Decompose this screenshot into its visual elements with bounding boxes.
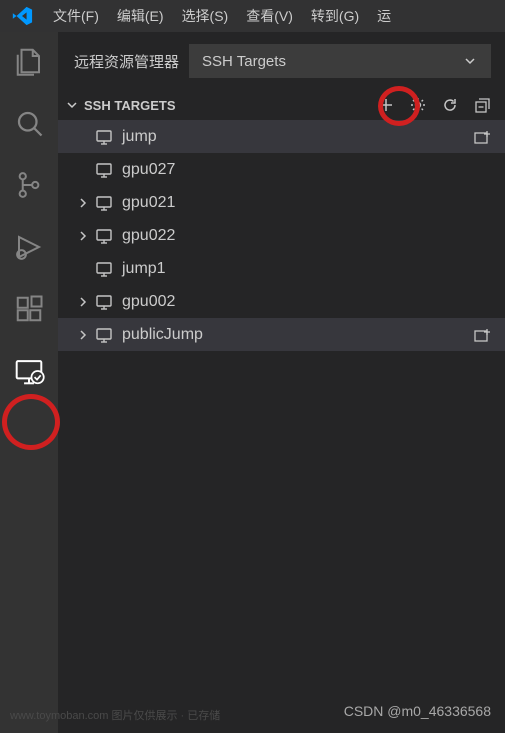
menu-edit[interactable]: 编辑(E) — [108, 2, 173, 30]
activity-run-debug-icon[interactable] — [10, 228, 48, 266]
csdn-attribution: CSDN @m0_46336568 — [344, 703, 491, 719]
chevron-right-icon[interactable] — [72, 294, 94, 310]
chevron-right-icon[interactable] — [72, 228, 94, 244]
menu-run[interactable]: 运 — [368, 2, 400, 30]
section-header-ssh-targets[interactable]: SSH TARGETS — [58, 90, 505, 120]
targets-dropdown[interactable]: SSH Targets — [189, 44, 491, 78]
menubar: 文件(F) 编辑(E) 选择(S) 查看(V) 转到(G) 运 — [0, 0, 505, 32]
section-actions — [375, 94, 493, 116]
sidebar-header: 远程资源管理器 SSH Targets — [58, 32, 505, 90]
tree-row[interactable]: publicJump — [58, 318, 505, 351]
refresh-button[interactable] — [439, 94, 461, 116]
chevron-right-icon[interactable] — [72, 327, 94, 343]
monitor-icon — [94, 128, 114, 146]
configure-button[interactable] — [407, 94, 429, 116]
chevron-down-icon — [462, 53, 478, 69]
watermark-text: www.toymoban.com 图片仅供展示 · 已存储 — [10, 707, 220, 723]
tree-row[interactable]: jump — [58, 120, 505, 153]
add-ssh-target-button[interactable] — [375, 94, 397, 116]
activity-source-control-icon[interactable] — [10, 166, 48, 204]
tree-label: jump1 — [122, 260, 493, 278]
ssh-targets-tree: jump gpu027 gpu021 gpu022 — [58, 120, 505, 351]
open-new-window-icon[interactable] — [471, 128, 493, 146]
tree-row[interactable]: gpu021 — [58, 186, 505, 219]
activity-extensions-icon[interactable] — [10, 290, 48, 328]
monitor-icon — [94, 260, 114, 278]
tree-row[interactable]: jump1 — [58, 252, 505, 285]
tree-label: gpu022 — [122, 227, 493, 245]
menu-file[interactable]: 文件(F) — [44, 2, 108, 30]
section-label: SSH TARGETS — [84, 98, 371, 113]
monitor-icon — [94, 293, 114, 311]
tree-row[interactable]: gpu022 — [58, 219, 505, 252]
chevron-down-icon — [64, 97, 80, 113]
monitor-icon — [94, 161, 114, 179]
vscode-logo-icon — [10, 4, 34, 28]
chevron-right-icon[interactable] — [72, 195, 94, 211]
monitor-icon — [94, 326, 114, 344]
activity-explorer-icon[interactable] — [10, 42, 48, 80]
menu-selection[interactable]: 选择(S) — [173, 2, 238, 30]
tree-row[interactable]: gpu002 — [58, 285, 505, 318]
tree-label: publicJump — [122, 326, 471, 344]
activity-remote-explorer-icon[interactable] — [10, 352, 48, 390]
dropdown-selected: SSH Targets — [202, 53, 286, 70]
tree-label: jump — [122, 128, 471, 146]
tree-label: gpu002 — [122, 293, 493, 311]
collapse-all-button[interactable] — [471, 94, 493, 116]
open-new-window-icon[interactable] — [471, 326, 493, 344]
activity-bar — [0, 32, 58, 733]
monitor-icon — [94, 227, 114, 245]
monitor-icon — [94, 194, 114, 212]
tree-row[interactable]: gpu027 — [58, 153, 505, 186]
activity-search-icon[interactable] — [10, 104, 48, 142]
tree-label: gpu021 — [122, 194, 493, 212]
tree-label: gpu027 — [122, 161, 493, 179]
menu-go[interactable]: 转到(G) — [302, 2, 368, 30]
sidebar-title: 远程资源管理器 — [74, 51, 179, 72]
menu-view[interactable]: 查看(V) — [237, 2, 302, 30]
remote-explorer-sidebar: 远程资源管理器 SSH Targets SSH TARGETS — [58, 32, 505, 733]
